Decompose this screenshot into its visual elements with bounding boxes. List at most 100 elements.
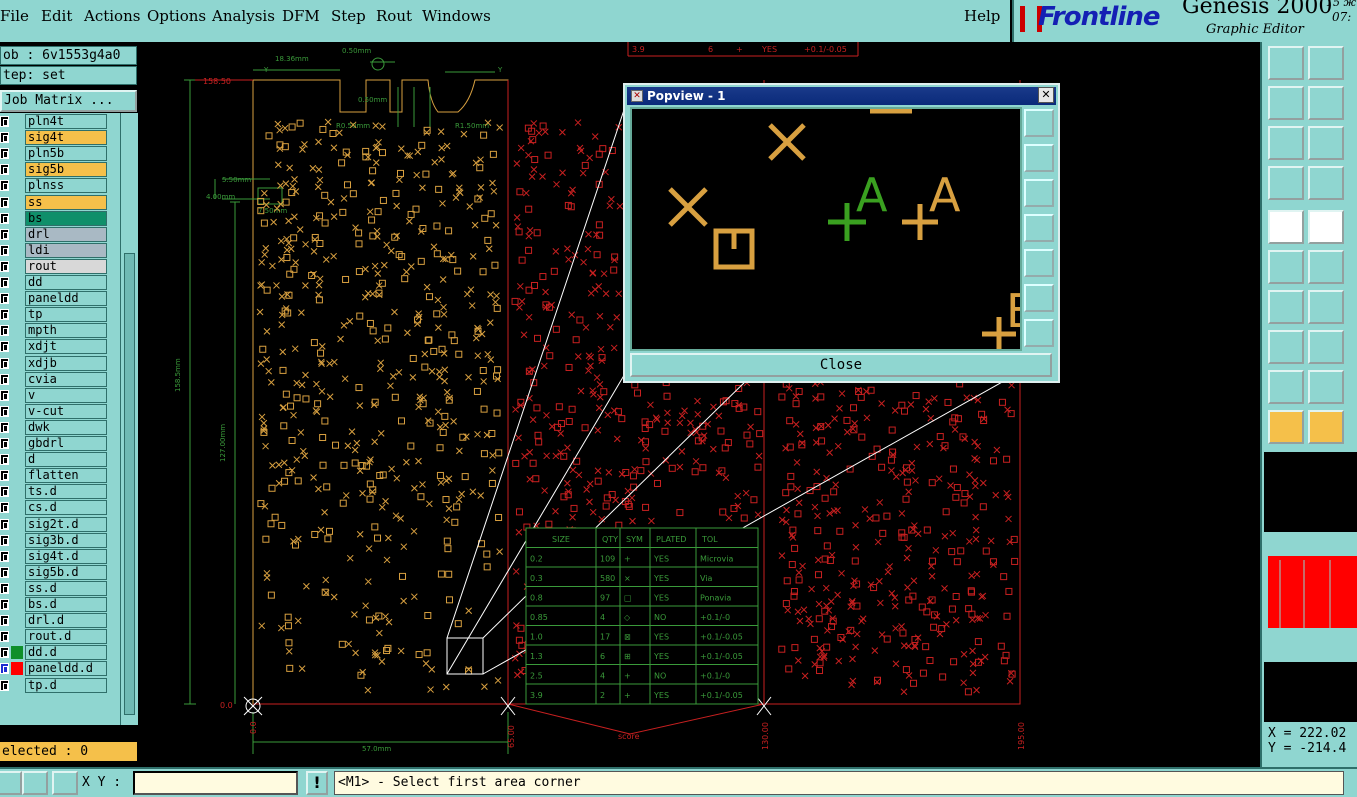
layer-name[interactable]: v <box>25 387 107 403</box>
layer-checkbox[interactable] <box>0 244 9 256</box>
layer-color-swatch[interactable] <box>11 679 23 692</box>
window-menu-icon[interactable]: ✕ <box>631 90 643 102</box>
layer-name[interactable]: rout.d <box>25 629 107 645</box>
layer-row[interactable]: tp.d <box>0 677 118 693</box>
layer-row[interactable]: mpth <box>0 323 118 339</box>
pad-tool-icon[interactable] <box>1308 166 1344 200</box>
layer-name[interactable]: sig4t <box>25 130 107 146</box>
add-line-icon[interactable] <box>1308 210 1344 244</box>
layer-name[interactable]: plnss <box>25 178 107 194</box>
layer-name[interactable]: rout <box>25 258 107 274</box>
layer-name[interactable]: flatten <box>25 468 107 484</box>
layer-name[interactable]: sig5b <box>25 162 107 178</box>
layer-row[interactable]: xdjt <box>0 339 118 355</box>
layer-name[interactable]: paneldd <box>25 291 107 307</box>
layer-color-swatch[interactable] <box>11 485 23 498</box>
layer-color-swatch[interactable] <box>11 389 23 402</box>
layer-color-swatch[interactable] <box>11 534 23 547</box>
layer-name[interactable]: xdjt <box>25 339 107 355</box>
popview-titlebar[interactable]: ✕ Popview - 1 <box>627 87 1056 105</box>
layer-color-swatch[interactable] <box>11 405 23 418</box>
layer-color-swatch[interactable] <box>11 550 23 563</box>
layer-row[interactable]: cs.d <box>0 500 118 516</box>
layer-color-swatch[interactable] <box>11 614 23 627</box>
menu-windows[interactable]: Windows <box>422 7 491 25</box>
popview-viewport[interactable]: A A E <box>630 107 1035 351</box>
layer-color-swatch[interactable] <box>11 566 23 579</box>
horizontal-line-icon[interactable] <box>1308 330 1344 364</box>
layer-row[interactable]: sig5b <box>0 162 118 178</box>
layer-row[interactable]: pln5b <box>0 146 118 162</box>
move-pad-icon[interactable] <box>1268 330 1304 364</box>
layer-name[interactable]: xdjb <box>25 355 107 371</box>
menu-help[interactable]: Help <box>964 7 1000 25</box>
grid-icon[interactable] <box>52 771 78 795</box>
layer-checkbox[interactable] <box>0 518 9 530</box>
layer-checkbox[interactable] <box>0 405 9 417</box>
layer-name[interactable]: sig3b.d <box>25 532 107 548</box>
layer-row[interactable]: dwk <box>0 419 118 435</box>
layer-color-swatch[interactable] <box>11 179 23 192</box>
layer-checkbox[interactable] <box>0 389 9 401</box>
layer-checkbox[interactable] <box>0 164 9 176</box>
layer-row[interactable]: d <box>0 452 118 468</box>
layer-color-swatch[interactable] <box>11 324 23 337</box>
layer-name[interactable]: paneldd.d <box>25 661 107 677</box>
layer-row[interactable]: ss.d <box>0 580 118 596</box>
layer-row[interactable]: ts.d <box>0 484 118 500</box>
layer-color-swatch[interactable] <box>11 437 23 450</box>
layer-color-swatch[interactable] <box>11 453 23 466</box>
layer-checkbox[interactable] <box>0 631 9 643</box>
layer-color-swatch[interactable] <box>11 630 23 643</box>
layer-name[interactable]: ts.d <box>25 484 107 500</box>
layer-name[interactable]: bs <box>25 210 107 226</box>
layer-color-swatch[interactable] <box>11 421 23 434</box>
layer-row[interactable]: tp <box>0 307 118 323</box>
draw-segment-icon[interactable] <box>1308 290 1344 324</box>
layer-name[interactable]: sig2t.d <box>25 516 107 532</box>
layer-row[interactable]: ldi <box>0 242 118 258</box>
layer-checkbox[interactable] <box>0 454 9 466</box>
layer-name[interactable]: mpth <box>25 323 107 339</box>
layer-color-swatch[interactable] <box>11 228 23 241</box>
layer-color-swatch[interactable] <box>11 131 23 144</box>
layer-row[interactable]: sig5b.d <box>0 564 118 580</box>
zoom-center-icon[interactable] <box>1308 126 1344 160</box>
execute-button[interactable]: ! <box>306 771 328 795</box>
zoom-home-icon[interactable] <box>1268 126 1304 160</box>
layer-row[interactable]: plnss <box>0 178 118 194</box>
layer-color-swatch[interactable] <box>11 196 23 209</box>
layer-name[interactable]: v-cut <box>25 403 107 419</box>
layer-color-swatch[interactable] <box>11 244 23 257</box>
scrollbar-thumb[interactable] <box>124 253 135 715</box>
layer-checkbox[interactable] <box>0 212 9 224</box>
layer-name[interactable]: pln5b <box>25 146 107 162</box>
layer-color-swatch[interactable] <box>11 598 23 611</box>
layer-row[interactable]: paneldd <box>0 291 118 307</box>
layer-name[interactable]: sig5b.d <box>25 564 107 580</box>
layer-checkbox[interactable] <box>0 341 9 353</box>
layer-name[interactable]: tp.d <box>25 677 107 693</box>
layer-color-swatch[interactable] <box>11 292 23 305</box>
layer-checkbox[interactable] <box>0 132 9 144</box>
layer-row[interactable]: rout.d <box>0 629 118 645</box>
menu-step[interactable]: Step <box>331 7 366 25</box>
layer-checkbox[interactable] <box>0 180 9 192</box>
layer-color-swatch[interactable] <box>11 501 23 514</box>
menu-options[interactable]: Options <box>147 7 206 25</box>
menu-dfm[interactable]: DFM <box>282 7 320 25</box>
layer-name[interactable]: cs.d <box>25 500 107 516</box>
layer-checkbox[interactable] <box>0 421 9 433</box>
layer-color-swatch[interactable] <box>11 662 23 676</box>
layer-row[interactable]: sig2t.d <box>0 516 118 532</box>
layer-color-swatch[interactable] <box>11 147 23 160</box>
layer-checkbox[interactable] <box>0 196 9 208</box>
delete-node-icon[interactable] <box>1308 250 1344 284</box>
layer-color-swatch[interactable] <box>11 518 23 531</box>
menu-rout[interactable]: Rout <box>376 7 412 25</box>
pan-down-icon[interactable] <box>1024 179 1054 207</box>
menu-analysis[interactable]: Analysis <box>212 7 275 25</box>
layer-row[interactable]: dd.d <box>0 645 118 661</box>
angle-icon[interactable] <box>22 771 48 795</box>
view-bottom-icon[interactable] <box>1308 46 1344 80</box>
